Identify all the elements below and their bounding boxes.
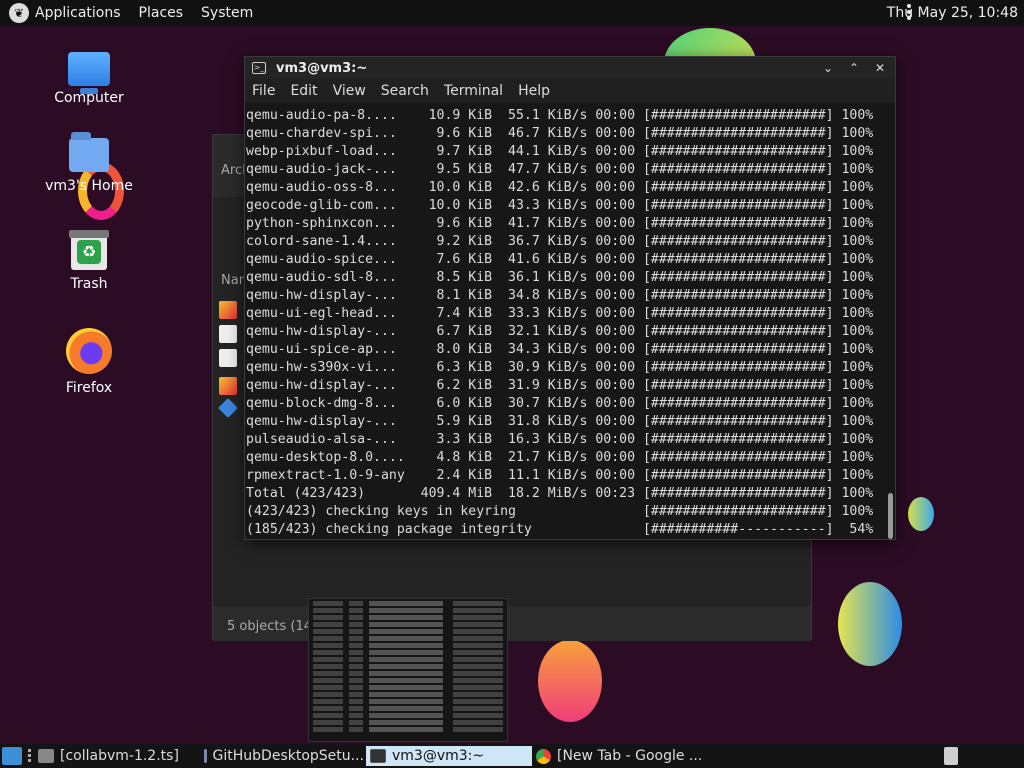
home-folder-icon [69, 132, 109, 172]
terminal-line: rpmextract-1.0-9-any 2.4 KiB 11.1 KiB/s … [246, 468, 874, 483]
menu-file[interactable]: File [252, 83, 275, 99]
terminal-line: qemu-desktop-8.0.... 4.8 KiB 21.7 KiB/s … [246, 450, 874, 465]
wallpaper-bubble [538, 640, 602, 722]
desktop-icon-home[interactable]: vm3's Home [44, 132, 134, 194]
menu-edit[interactable]: Edit [290, 83, 317, 99]
chrome-icon [536, 748, 551, 764]
gnome-foot-icon[interactable]: ❦ [9, 3, 29, 23]
terminal-line: Total (423/423) 409.4 MiB 18.2 MiB/s 00:… [246, 486, 874, 501]
terminal-line: qemu-audio-pa-8.... 10.9 KiB 55.1 KiB/s … [246, 108, 874, 123]
terminal-output[interactable]: qemu-audio-pa-8.... 10.9 KiB 55.1 KiB/s … [245, 103, 889, 541]
taskbar-item-label: [New Tab - Google ... [557, 748, 703, 764]
file-icon[interactable] [218, 398, 238, 418]
file-icon[interactable] [219, 377, 237, 395]
terminal-line: qemu-hw-display-... 6.2 KiB 31.9 KiB/s 0… [246, 378, 874, 393]
maximize-button[interactable]: ⌃ [845, 59, 863, 77]
taskbar-item-label: GitHubDesktopSetu... [212, 748, 364, 764]
terminal-line: pulseaudio-alsa-... 3.3 KiB 16.3 KiB/s 0… [246, 432, 874, 447]
terminal-menubar: File Edit View Search Terminal Help [245, 79, 895, 103]
terminal-line: qemu-hw-display-... 8.1 KiB 34.8 KiB/s 0… [246, 288, 874, 303]
minimize-button[interactable]: ⌄ [819, 59, 837, 77]
terminal-line: qemu-hw-display-... 5.9 KiB 31.8 KiB/s 0… [246, 414, 874, 429]
menu-terminal[interactable]: Terminal [444, 83, 503, 99]
terminal-line: geocode-glib-com... 10.0 KiB 43.3 KiB/s … [246, 198, 874, 213]
panel-handle[interactable] [28, 749, 32, 764]
terminal-line: qemu-hw-display-... 6.7 KiB 32.1 KiB/s 0… [246, 324, 874, 339]
terminal-window[interactable]: >_ vm3@vm3:~ ⌄ ⌃ ✕ File Edit View Search… [244, 56, 896, 540]
desktop-icon-label: vm3's Home [45, 178, 133, 194]
menu-system[interactable]: System [201, 5, 253, 21]
menu-places[interactable]: Places [139, 5, 184, 21]
notes-applet-icon[interactable] [944, 747, 958, 765]
terminal-line: python-sphinxcon... 9.6 KiB 41.7 KiB/s 0… [246, 216, 874, 231]
trash-icon [69, 230, 109, 270]
wallpaper-bubble [838, 582, 902, 666]
menu-applications[interactable]: Applications [35, 5, 121, 21]
window-preview-thumbnail[interactable] [308, 598, 508, 742]
terminal-line: qemu-audio-oss-8... 10.0 KiB 42.6 KiB/s … [246, 180, 874, 195]
menu-help[interactable]: Help [518, 83, 550, 99]
desktop-icon-firefox[interactable]: Firefox [44, 328, 134, 396]
terminal-line: qemu-chardev-spi... 9.6 KiB 46.7 KiB/s 0… [246, 126, 874, 141]
taskbar-item-chrome[interactable]: [New Tab - Google ... [536, 746, 716, 766]
terminal-line: (423/423) checking keys in keyring [####… [246, 504, 874, 519]
taskbar-item-terminal[interactable]: vm3@vm3:~ [366, 746, 532, 766]
taskbar-item-githubdesktop[interactable]: GitHubDesktopSetu... [204, 746, 364, 766]
folder-icon [38, 749, 54, 763]
terminal-title: vm3@vm3:~ [276, 60, 368, 76]
taskbar-item-label: [collabvm-1.2.ts] [60, 748, 179, 764]
terminal-line: qemu-hw-s390x-vi... 6.3 KiB 30.9 KiB/s 0… [246, 360, 874, 375]
desktop-icon-label: Trash [70, 276, 108, 292]
terminal-scrollbar[interactable] [888, 493, 893, 539]
file-icon[interactable] [219, 349, 237, 367]
desktop-icon-trash[interactable]: Trash [44, 230, 134, 292]
installer-icon [204, 749, 207, 763]
terminal-line: qemu-audio-spice... 7.6 KiB 41.6 KiB/s 0… [246, 252, 874, 267]
menu-view[interactable]: View [333, 83, 366, 99]
status-text: 5 objects (141 [227, 619, 321, 634]
terminal-line: qemu-audio-jack-... 9.5 KiB 47.7 KiB/s 0… [246, 162, 874, 177]
taskbar-item-label: vm3@vm3:~ [392, 748, 485, 764]
terminal-line: qemu-block-dmg-8... 6.0 KiB 30.7 KiB/s 0… [246, 396, 874, 411]
file-icon[interactable] [219, 325, 237, 343]
terminal-line: webp-pixbuf-load... 9.7 KiB 44.1 KiB/s 0… [246, 144, 874, 159]
close-button[interactable]: ✕ [871, 59, 889, 77]
computer-icon [68, 52, 110, 94]
bottom-panel: [collabvm-1.2.ts] GitHubDesktopSetu... v… [0, 744, 1024, 768]
file-icon[interactable] [219, 301, 237, 319]
top-panel: ❦ Applications Places System Thu May 25,… [0, 0, 1024, 26]
terminal-line: (185/423) checking package integrity [##… [246, 522, 874, 537]
terminal-icon [370, 749, 386, 763]
terminal-line: colord-sane-1.4.... 9.2 KiB 36.7 KiB/s 0… [246, 234, 874, 249]
show-desktop-button[interactable] [2, 747, 22, 765]
terminal-icon: >_ [252, 62, 266, 74]
taskbar-item-collabvm[interactable]: [collabvm-1.2.ts] [38, 746, 198, 766]
terminal-line: qemu-audio-sdl-8... 8.5 KiB 36.1 KiB/s 0… [246, 270, 874, 285]
clock[interactable]: Thu May 25, 10:48 [887, 5, 1018, 21]
firefox-icon [66, 328, 112, 374]
desktop-icon-label: Firefox [65, 380, 113, 396]
desktop-icon-computer[interactable]: Computer [44, 52, 134, 106]
wallpaper-bubble [908, 497, 934, 531]
terminal-line: qemu-ui-egl-head... 7.4 KiB 33.3 KiB/s 0… [246, 306, 874, 321]
terminal-titlebar[interactable]: >_ vm3@vm3:~ ⌄ ⌃ ✕ [245, 57, 895, 79]
menu-search[interactable]: Search [381, 83, 429, 99]
terminal-line: qemu-ui-spice-ap... 8.0 KiB 34.3 KiB/s 0… [246, 342, 874, 357]
